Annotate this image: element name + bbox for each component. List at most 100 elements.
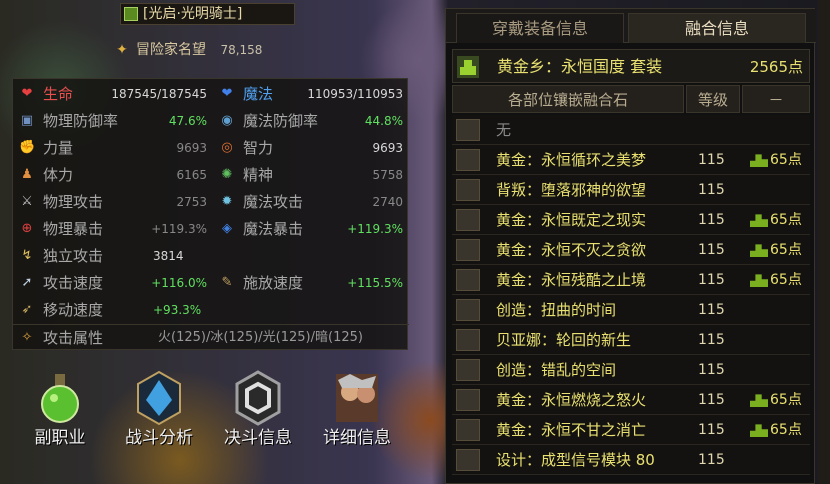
fusion-info-panel: 穿戴装备信息 融合信息 黄金乡：永恒国度 套装 2565点 各部位镶嵌融合石 等… xyxy=(445,8,816,484)
stat-value: 6165 xyxy=(176,168,207,182)
set-bonus-value: 65点 xyxy=(770,242,802,258)
stat-row: ❤ 生命 187545/187545 ❤ 魔法 110953/110953 xyxy=(13,81,409,107)
module-icon xyxy=(456,449,480,471)
fusion-stone-name: 创造：错乱的空间 xyxy=(496,361,617,379)
stat-value: 2753 xyxy=(176,195,207,209)
fusion-slot-row[interactable]: 黄金：永恒不甘之消亡 115 65点 xyxy=(452,415,810,445)
set-bonus-points: 65点 xyxy=(750,415,802,445)
magic-crit-icon: ◈ xyxy=(222,221,232,236)
stat-value: +119.3% xyxy=(347,222,403,236)
fusion-stone-level: 115 xyxy=(698,242,725,258)
fusion-stone-name: 设计：成型信号模块 80 xyxy=(496,451,655,469)
fusion-slot-row[interactable]: 黄金：永恒燃烧之怒火 115 65点 xyxy=(452,385,810,415)
spirit-icon: ✺ xyxy=(221,167,233,182)
fusion-stone-level: 115 xyxy=(698,362,725,378)
stat-label: 魔法暴击 xyxy=(243,220,304,238)
stat-cell: ▣ 物理防御率 47.6% xyxy=(13,108,213,134)
fusion-stone-name: 黄金：永恒循环之美梦 xyxy=(496,151,647,169)
fusion-stone-name: 背叛：堕落邪神的欲望 xyxy=(496,181,647,199)
fusion-stone-name: 贝亚娜：轮回的新生 xyxy=(496,331,632,349)
fusion-stone-level: 115 xyxy=(698,422,725,438)
toolbar-button[interactable]: 副职业 xyxy=(12,362,108,462)
stat-value: 110953/110953 xyxy=(307,87,403,101)
character-stats-panel: [光启·光明骑士] ✦ 冒险家名望 78,158 ➶ 移动速度 +93.3% ➚ 攻击速… xyxy=(0,0,420,484)
stat-row: ♟ 体力 6165 ✺ 精神 5758 xyxy=(13,162,409,188)
toolbar-button[interactable]: 战斗分析 xyxy=(111,362,207,462)
toolbar-button[interactable]: 决斗信息 xyxy=(210,362,306,462)
strength-icon: ✊ xyxy=(19,140,36,155)
stat-value: 9693 xyxy=(176,141,207,155)
set-bonus-icon xyxy=(750,424,768,437)
set-bonus-value: 65点 xyxy=(770,212,802,228)
set-bonus-icon xyxy=(750,274,768,287)
fusion-stone-name: 无 xyxy=(496,121,512,139)
fame-label: 冒险家名望 xyxy=(136,42,206,58)
toolbar-button-label: 详细信息 xyxy=(323,428,391,448)
pants-icon xyxy=(456,179,480,201)
stat-label: 体力 xyxy=(43,166,74,184)
fusion-slot-row[interactable]: 创造：扭曲的时间 115 xyxy=(452,295,810,325)
stat-label: 施放速度 xyxy=(243,274,304,292)
set-bonus-points: 65点 xyxy=(750,385,802,415)
stat-value: 44.8% xyxy=(364,114,403,128)
stat-value: 187545/187545 xyxy=(111,87,207,101)
toolbar-button-label: 战斗分析 xyxy=(125,428,193,448)
stat-cell: ❤ 生命 187545/187545 xyxy=(13,81,213,107)
heart-icon: ❤ xyxy=(21,86,33,101)
fusion-slot-row[interactable]: 黄金：永恒残酷之止境 115 65点 xyxy=(452,265,810,295)
stat-label: 力量 xyxy=(43,139,74,157)
toolbar-button[interactable]: 详细信息 xyxy=(309,362,405,462)
stat-cell: ❤ 魔法 110953/110953 xyxy=(213,81,409,107)
necklace-icon xyxy=(456,239,480,261)
stat-cell: ↯ 独立攻击 3814 xyxy=(13,243,213,269)
fusion-slot-row[interactable]: 设计：成型信号模块 80 115 xyxy=(452,445,810,475)
hexagon-icon xyxy=(233,370,283,426)
magic-shield-icon: ◉ xyxy=(221,113,233,128)
fusion-slot-row[interactable]: 黄金：永恒既定之现实 115 65点 xyxy=(452,205,810,235)
stat-cell: ◎ 智力 9693 xyxy=(213,135,409,161)
set-bonus-icon xyxy=(457,56,479,78)
tab-equipment-info[interactable]: 穿戴装备信息 xyxy=(456,13,624,43)
fusion-slot-row[interactable]: 无 xyxy=(452,115,810,145)
tab-fusion-info[interactable]: 融合信息 xyxy=(628,13,806,43)
fusion-slot-row[interactable]: 黄金：永恒不灭之贪欲 115 65点 xyxy=(452,235,810,265)
stat-label: 智力 xyxy=(243,139,274,157)
fusion-slot-row[interactable]: 创造：错乱的空间 115 xyxy=(452,355,810,385)
set-bonus-points: 65点 xyxy=(750,205,802,235)
character-title-text: [光启·光明骑士] xyxy=(143,6,243,22)
stat-label: 魔法防御率 xyxy=(243,112,319,130)
magic-attack-icon: ✹ xyxy=(221,194,233,209)
fusion-slot-row[interactable]: 背叛：堕落邪神的欲望 115 xyxy=(452,175,810,205)
stat-cell: ✺ 精神 5758 xyxy=(213,162,409,188)
header-bonus: － xyxy=(742,85,810,113)
stat-value: 3814 xyxy=(153,249,184,263)
stat-label: 精神 xyxy=(243,166,274,184)
set-bonus-points: 65点 xyxy=(750,145,802,175)
set-summary: 黄金乡：永恒国度 套装 2565点 xyxy=(452,49,810,83)
mana-heart-icon: ❤ xyxy=(221,86,233,101)
stats-table: ➶ 移动速度 +93.3% ➚ 攻击速度 +116.0% ✎ 施放速度 +115.5% ↯ 独立攻击… xyxy=(12,78,409,350)
attack-attribute-label: 攻击属性 xyxy=(43,329,104,347)
crystal-icon xyxy=(134,370,184,426)
attack-attribute-icon: ✧ xyxy=(21,330,33,345)
fusion-stone-name: 黄金：永恒燃烧之怒火 xyxy=(496,391,647,409)
stat-value: 9693 xyxy=(372,141,403,155)
fusion-stone-name: 黄金：永恒残酷之止境 xyxy=(496,271,647,289)
stat-value: 5758 xyxy=(372,168,403,182)
set-bonus-value: 65点 xyxy=(770,422,802,438)
vitality-icon: ♟ xyxy=(21,167,33,182)
fusion-stone-name: 创造：扭曲的时间 xyxy=(496,301,617,319)
fusion-stone-level: 115 xyxy=(698,152,725,168)
set-bonus-icon xyxy=(750,394,768,407)
stat-cell: ✎ 施放速度 +115.5% xyxy=(213,270,409,296)
stat-label: 独立攻击 xyxy=(43,247,104,265)
header-slot: 各部位镶嵌融合石 xyxy=(452,85,684,113)
stat-value: 2740 xyxy=(372,195,403,209)
independent-attack-icon: ↯ xyxy=(21,248,33,263)
fusion-slot-row[interactable]: 贝亚娜：轮回的新生 115 xyxy=(452,325,810,355)
fusion-slot-row[interactable]: 黄金：永恒循环之美梦 115 65点 xyxy=(452,145,810,175)
fusion-stone-level: 115 xyxy=(698,332,725,348)
set-bonus-icon xyxy=(750,154,768,167)
stat-row: ✊ 力量 9693 ◎ 智力 9693 xyxy=(13,135,409,161)
set-bonus-value: 65点 xyxy=(770,272,802,288)
